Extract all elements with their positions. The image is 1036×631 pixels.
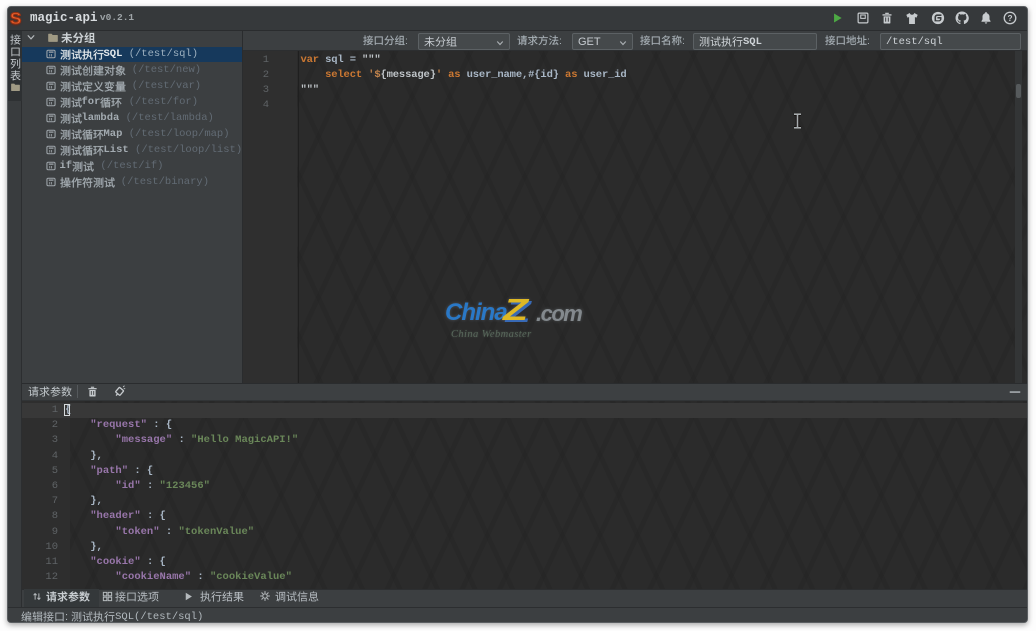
svg-text:?: ? <box>1007 13 1012 23</box>
